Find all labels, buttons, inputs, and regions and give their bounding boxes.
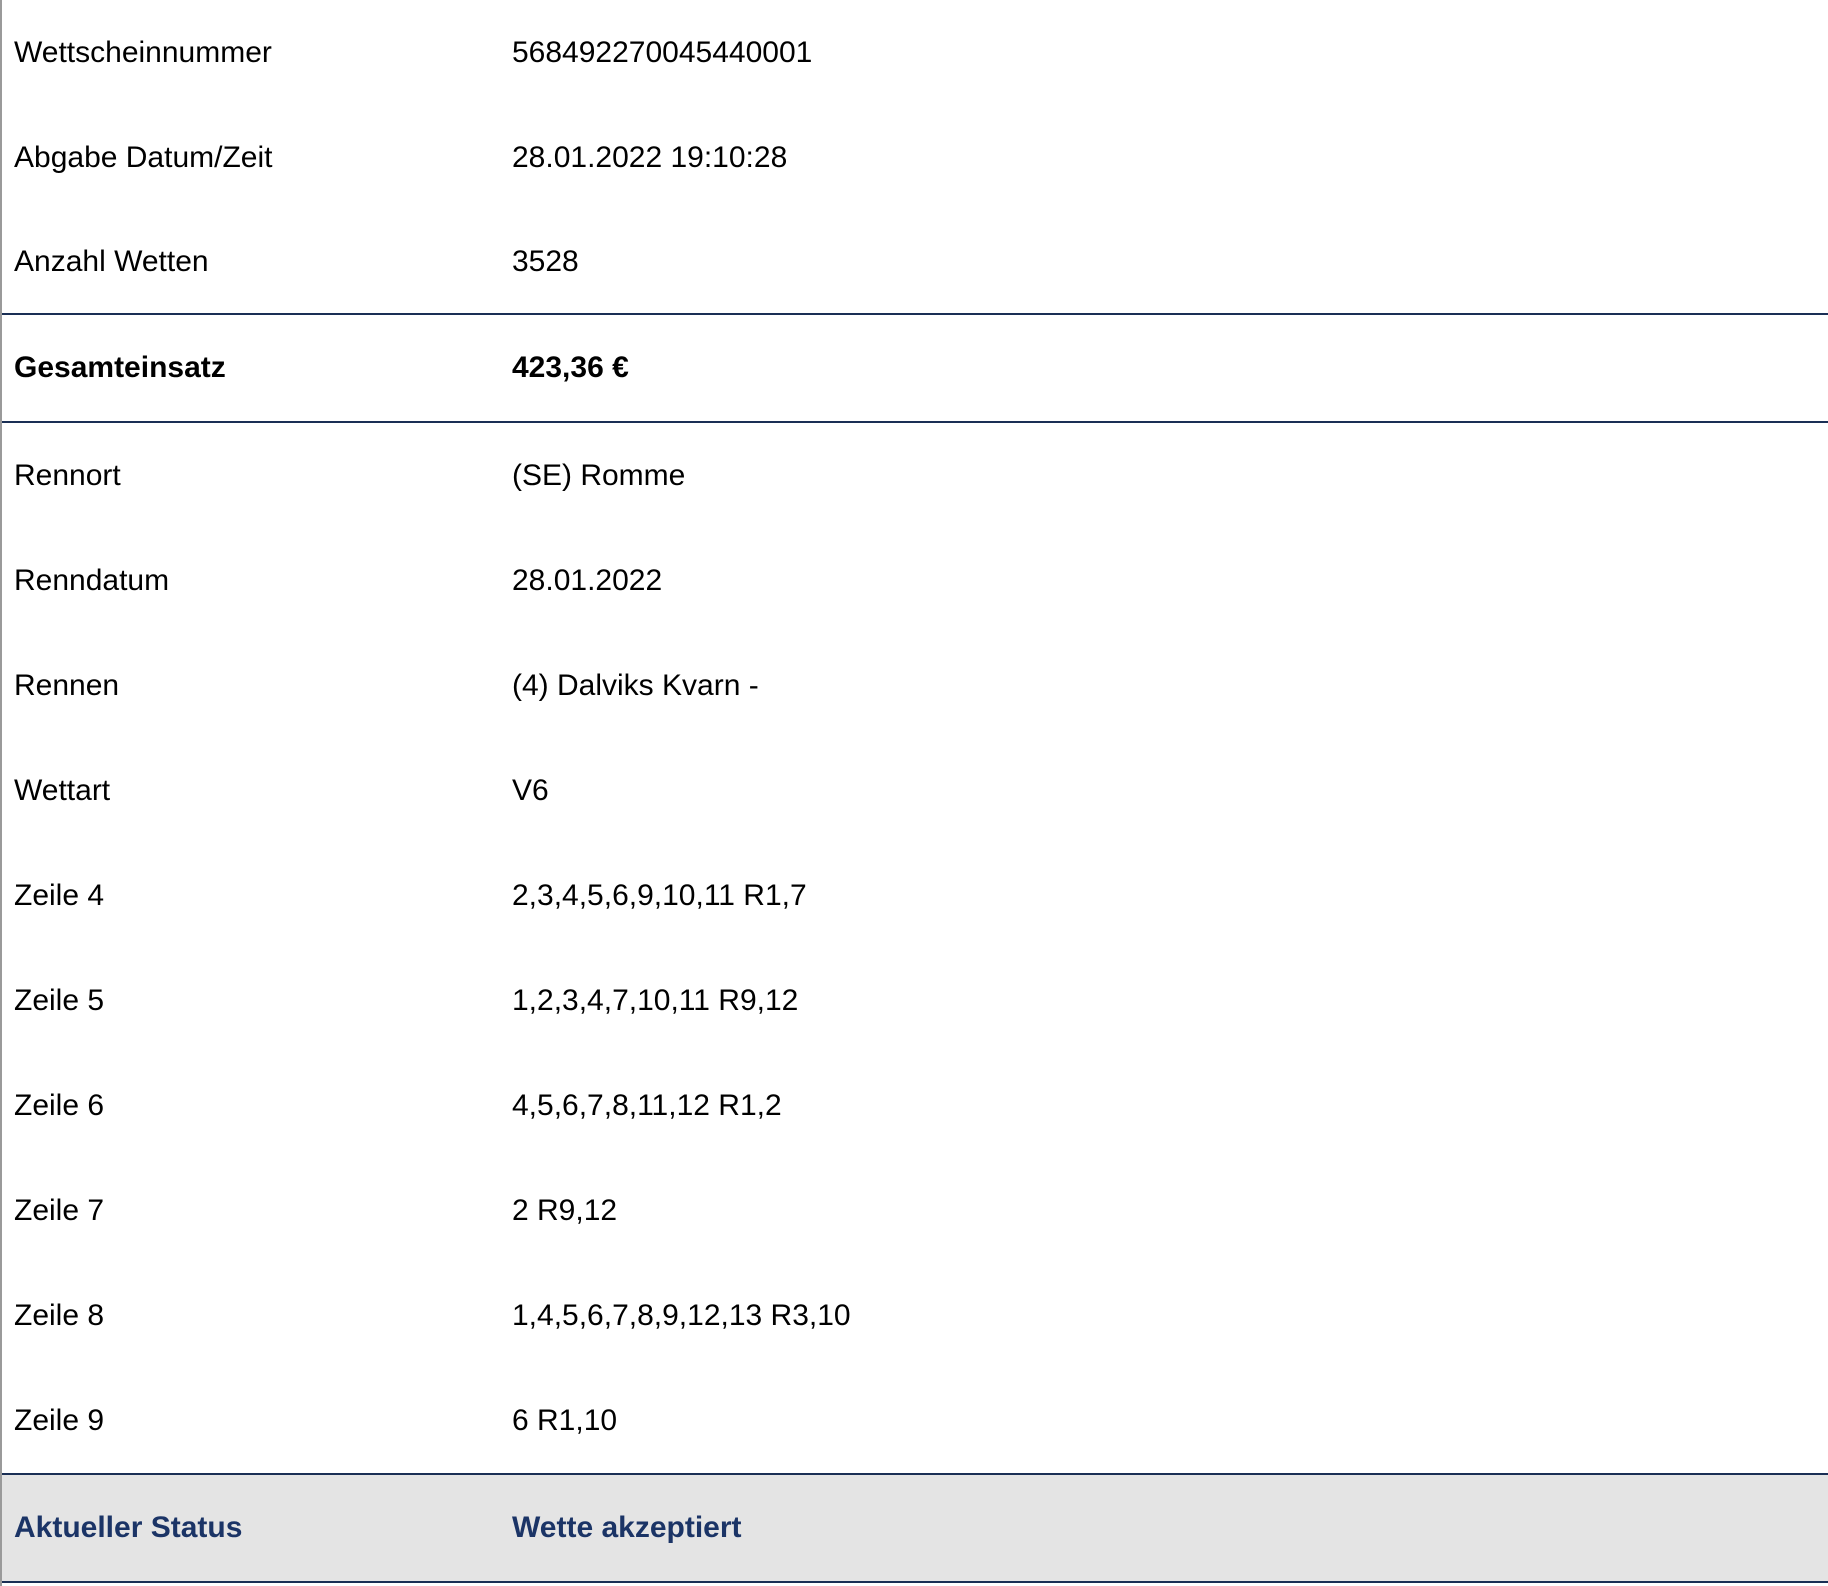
row-value: (SE) Romme: [512, 458, 686, 492]
bet-slip-details: Wettscheinnummer 568492270045440001 Abga…: [0, 0, 1828, 1586]
row-zeile-9: Zeile 9 6 R1,10: [2, 1368, 1828, 1473]
row-renndatum: Renndatum 28.01.2022: [2, 528, 1828, 633]
row-aktueller-status: Aktueller Status Wette akzeptiert: [2, 1473, 1828, 1583]
row-value: (4) Dalviks Kvarn -: [512, 668, 759, 702]
row-wettart: Wettart V6: [2, 738, 1828, 843]
row-anzahl-wetten: Anzahl Wetten 3528: [2, 210, 1828, 314]
row-zeile-5: Zeile 5 1,2,3,4,7,10,11 R9,12: [2, 948, 1828, 1053]
row-label: Rennort: [14, 458, 121, 492]
total-label: Gesamteinsatz: [14, 351, 226, 384]
row-zeile-7: Zeile 7 2 R9,12: [2, 1158, 1828, 1263]
row-label: Wettart: [14, 773, 111, 807]
row-gesamteinsatz: Gesamteinsatz 423,36 €: [2, 313, 1828, 423]
row-value: 1,2,3,4,7,10,11 R9,12: [512, 983, 799, 1017]
row-abgabe-datum-zeit: Abgabe Datum/Zeit 28.01.2022 19:10:28: [2, 105, 1828, 210]
row-label: Zeile 6: [14, 1088, 105, 1122]
row-rennort: Rennort (SE) Romme: [2, 423, 1828, 528]
status-value: Wette akzeptiert: [512, 1511, 742, 1544]
row-value: 6 R1,10: [512, 1403, 618, 1437]
status-label: Aktueller Status: [14, 1511, 243, 1544]
row-value: 1,4,5,6,7,8,9,12,13 R3,10: [512, 1298, 851, 1332]
total-value: 423,36 €: [512, 351, 629, 384]
row-value: 568492270045440001: [512, 35, 813, 69]
row-zeile-6: Zeile 6 4,5,6,7,8,11,12 R1,2: [2, 1053, 1828, 1158]
row-value: 2 R9,12: [512, 1193, 618, 1227]
row-value: 3528: [512, 245, 579, 278]
row-label: Abgabe Datum/Zeit: [14, 140, 273, 174]
row-rennen: Rennen (4) Dalviks Kvarn -: [2, 633, 1828, 738]
row-wettscheinnummer: Wettscheinnummer 568492270045440001: [2, 0, 1828, 105]
row-label: Zeile 4: [14, 878, 105, 912]
row-value: 4,5,6,7,8,11,12 R1,2: [512, 1088, 782, 1122]
row-label: Rennen: [14, 668, 120, 702]
row-zeile-8: Zeile 8 1,4,5,6,7,8,9,12,13 R3,10: [2, 1263, 1828, 1368]
row-value: V6: [512, 773, 549, 807]
row-label: Renndatum: [14, 563, 170, 597]
row-label: Zeile 7: [14, 1193, 105, 1227]
row-label: Zeile 8: [14, 1298, 105, 1332]
row-label: Zeile 9: [14, 1403, 105, 1437]
row-value: 2,3,4,5,6,9,10,11 R1,7: [512, 878, 807, 912]
row-label: Wettscheinnummer: [14, 35, 272, 69]
row-value: 28.01.2022 19:10:28: [512, 140, 788, 174]
row-label: Anzahl Wetten: [14, 245, 209, 278]
row-value: 28.01.2022: [512, 563, 663, 597]
row-zeile-4: Zeile 4 2,3,4,5,6,9,10,11 R1,7: [2, 843, 1828, 948]
row-label: Zeile 5: [14, 983, 105, 1017]
